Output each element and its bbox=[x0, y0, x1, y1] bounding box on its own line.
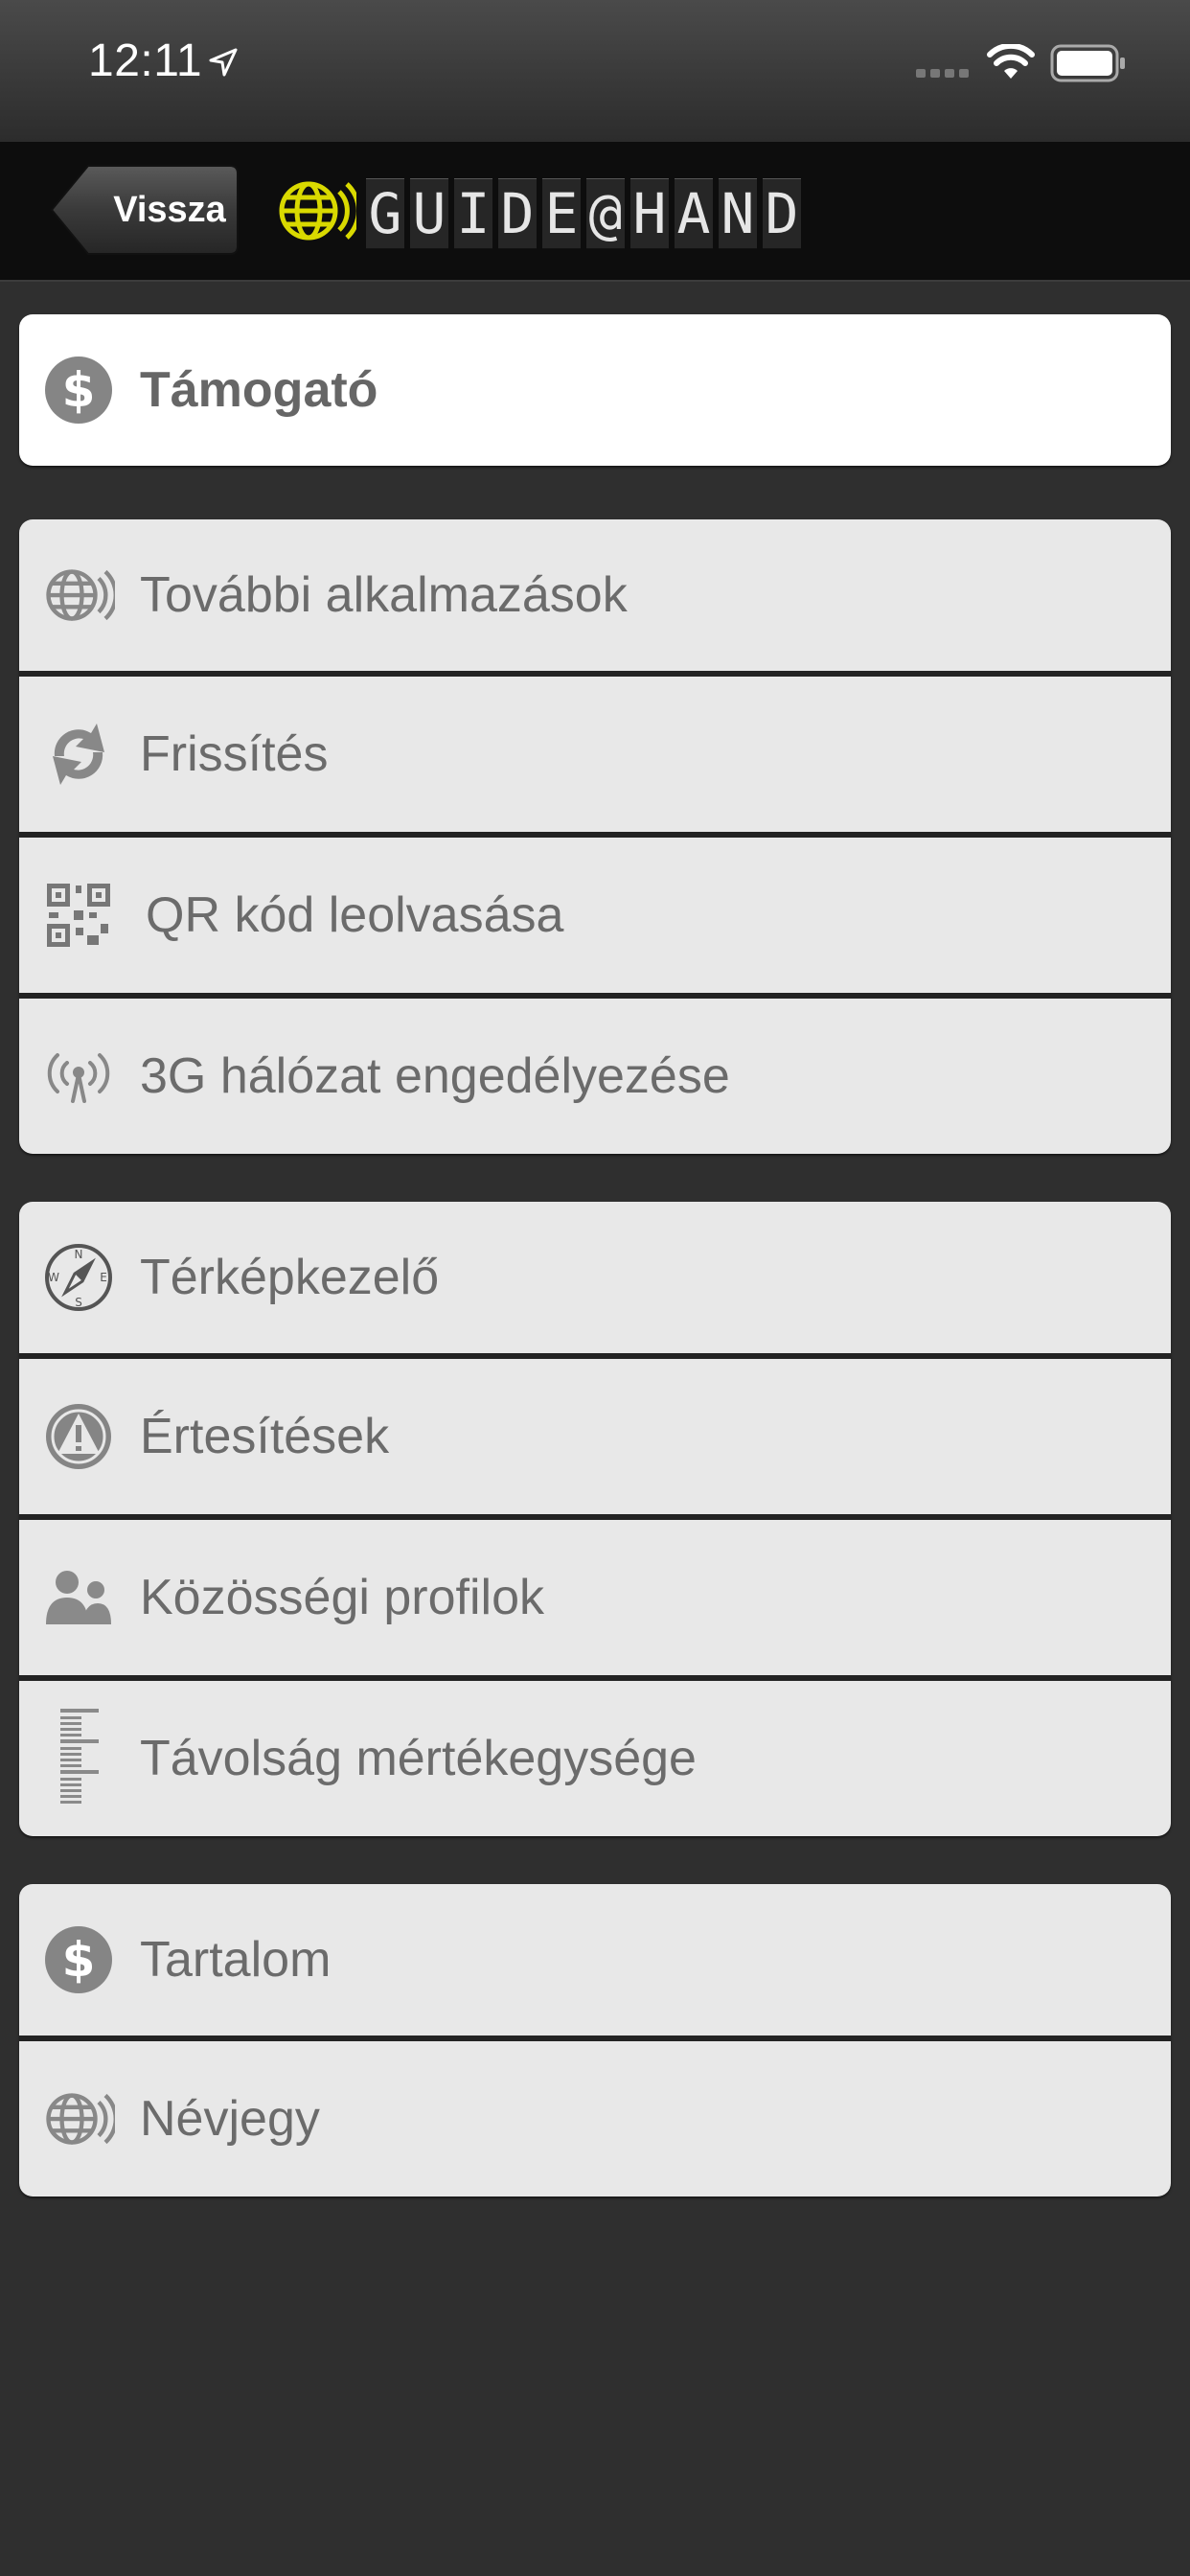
ruler-icon bbox=[40, 1709, 117, 1804]
menu-item-tartalom[interactable]: $ Tartalom bbox=[19, 1884, 1171, 2036]
svg-text:E: E bbox=[100, 1271, 107, 1284]
menu-item-terkepkezelo[interactable]: N S W E Térképkezelő bbox=[19, 1202, 1171, 1353]
logo-letter: N bbox=[719, 178, 757, 249]
menu-item-tovabbi-alkalmazasok[interactable]: További alkalmazások bbox=[19, 519, 1171, 671]
location-arrow-icon bbox=[209, 48, 238, 77]
svg-text:W: W bbox=[48, 1271, 59, 1284]
logo-letter: G bbox=[366, 178, 404, 249]
refresh-icon bbox=[40, 716, 117, 793]
svg-text:N: N bbox=[75, 1248, 83, 1261]
menu-item-label: QR kód leolvasása bbox=[146, 887, 564, 943]
logo-letter: H bbox=[630, 178, 669, 249]
logo-letter: I bbox=[454, 178, 492, 249]
settings-group-preferences: N S W E Térképkezelő Értesítések Közösségi … bbox=[19, 1202, 1171, 1836]
back-button[interactable]: Vissza bbox=[50, 163, 240, 257]
menu-item-nevjegy[interactable]: Névjegy bbox=[19, 2036, 1171, 2196]
battery-icon bbox=[1050, 44, 1125, 82]
menu-item-label: Névjegy bbox=[140, 2091, 320, 2147]
menu-item-tavolsag-mertekegysege[interactable]: Távolság mértékegysége bbox=[19, 1675, 1171, 1836]
globe-icon bbox=[40, 2081, 117, 2157]
menu-item-label: Frissítés bbox=[140, 726, 329, 782]
cellular-signal-icon bbox=[916, 69, 969, 78]
logo-letter: A bbox=[675, 178, 713, 249]
menu-item-label: Értesítések bbox=[140, 1409, 390, 1464]
logo-letter: @ bbox=[586, 178, 625, 249]
dollar-icon: $ bbox=[40, 1921, 117, 1998]
compass-icon: N S W E bbox=[40, 1239, 117, 1316]
menu-item-3g-halozat[interactable]: 3G hálózat engedélyezése bbox=[19, 993, 1171, 1154]
warning-icon bbox=[40, 1398, 117, 1475]
guide-at-hand-logo-globe-icon bbox=[279, 181, 356, 241]
menu-item-qr-kod[interactable]: QR kód leolvasása bbox=[19, 832, 1171, 993]
dollar-icon: $ bbox=[40, 352, 117, 428]
menu-item-label: 3G hálózat engedélyezése bbox=[140, 1048, 730, 1104]
menu-item-ertesitesek[interactable]: Értesítések bbox=[19, 1353, 1171, 1514]
people-icon bbox=[40, 1559, 117, 1636]
navigation-bar: Vissza G U I D E @ H A N D bbox=[0, 142, 1190, 282]
svg-text:S: S bbox=[75, 1296, 82, 1309]
settings-group-support: $ Támogató bbox=[19, 314, 1171, 466]
settings-group-info: $ Tartalom Névjegy bbox=[19, 1884, 1171, 2196]
menu-item-label: További alkalmazások bbox=[140, 567, 628, 623]
menu-item-label: Támogató bbox=[140, 362, 378, 418]
menu-item-tamogato[interactable]: $ Támogató bbox=[19, 314, 1171, 466]
back-button-label: Vissza bbox=[113, 190, 226, 230]
status-time: 12:11 bbox=[88, 35, 203, 86]
wifi-icon bbox=[987, 44, 1035, 79]
menu-item-label: Távolság mértékegysége bbox=[140, 1731, 697, 1786]
settings-group-apps: További alkalmazások Frissítés QR kód le… bbox=[19, 519, 1171, 1154]
antenna-icon bbox=[40, 1038, 117, 1115]
status-bar: 12:11 bbox=[0, 0, 1190, 142]
logo-letter: U bbox=[410, 178, 448, 249]
svg-text:$: $ bbox=[62, 1932, 96, 1988]
logo-letter: D bbox=[763, 178, 801, 249]
menu-item-frissites[interactable]: Frissítés bbox=[19, 671, 1171, 832]
menu-item-label: Térképkezelő bbox=[140, 1250, 440, 1305]
menu-item-label: Közösségi profilok bbox=[140, 1570, 544, 1625]
menu-item-label: Tartalom bbox=[140, 1932, 332, 1988]
globe-icon bbox=[40, 557, 117, 633]
guide-at-hand-logo-text: G U I D E @ H A N D bbox=[366, 178, 801, 251]
qr-code-icon bbox=[40, 877, 117, 954]
svg-text:$: $ bbox=[62, 362, 96, 418]
logo-letter: E bbox=[542, 178, 581, 249]
logo-letter: D bbox=[498, 178, 537, 249]
menu-item-kozossegi-profilok[interactable]: Közösségi profilok bbox=[19, 1514, 1171, 1675]
